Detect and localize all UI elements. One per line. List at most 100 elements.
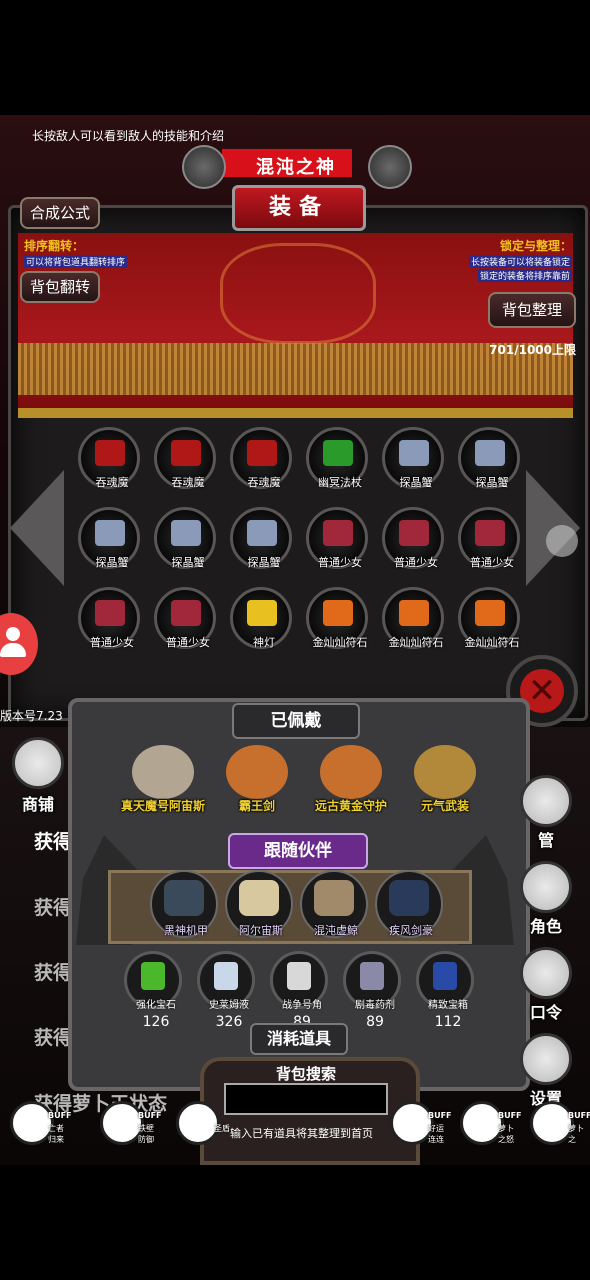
buff-name: 萝卜之 (568, 1124, 584, 1144)
character-button[interactable]: 角色 (520, 861, 578, 937)
buff-badge[interactable]: BUFF 亡者归来 (10, 1099, 72, 1149)
buff-badge[interactable]: BUFF 铁壁防御 (100, 1099, 162, 1149)
partner-slot[interactable]: 混沌虚鲸 (300, 870, 368, 938)
bag-flip-button[interactable]: 背包翻转 (20, 271, 100, 303)
item-name: 探晶蟹 (475, 476, 509, 489)
equipment-title: 装备 (232, 185, 366, 231)
floating-assist-ball[interactable] (546, 525, 578, 557)
reward-list-item[interactable]: 获得 (34, 827, 72, 854)
inventory-slot[interactable]: 探晶蟹 (458, 427, 520, 489)
bag-capacity: 701/1000上限 (489, 343, 576, 357)
inventory-slot[interactable]: 神灯 (230, 587, 292, 649)
consumable-slot[interactable]: 强化宝石 126 (124, 951, 182, 1030)
inventory-slot[interactable]: 吞魂魔 (154, 427, 216, 489)
buff-badge[interactable]: 圣盾 (176, 1099, 236, 1149)
item-name: 金灿灿符石 (312, 636, 368, 649)
item-icon (171, 440, 201, 466)
inventory-slot[interactable]: 普通少女 (78, 587, 140, 649)
item-icon (247, 520, 277, 546)
buff-name: 铁壁防御 (138, 1124, 154, 1144)
settings-button[interactable]: 设置 (520, 1033, 578, 1109)
user-body-icon (0, 643, 26, 657)
partner-name: 混沌虚鲸 (314, 924, 358, 937)
item-name: 幽冥法杖 (318, 476, 362, 489)
inventory-slot[interactable]: 吞魂魔 (78, 427, 140, 489)
manage-button[interactable]: 管 (520, 775, 578, 851)
search-input[interactable] (224, 1083, 388, 1115)
shop-label: 商铺 (22, 795, 55, 814)
item-icon (95, 600, 125, 626)
partner-slot[interactable]: 疾风剑豪 (375, 870, 443, 938)
item-name: 普通少女 (166, 636, 210, 649)
buff-badge[interactable]: BUFF 萝卜之怒 (460, 1099, 522, 1149)
inventory-slot[interactable]: 普通少女 (154, 587, 216, 649)
partner-slot[interactable]: 黑神机甲 (150, 870, 218, 938)
menu-label: 管 (537, 831, 554, 850)
prev-page-arrow[interactable] (10, 470, 64, 586)
item-icon (323, 600, 353, 626)
equipped-item[interactable]: 霸王剑 (218, 745, 296, 823)
consumable-slot[interactable]: 剧毒药剂 89 (343, 951, 401, 1030)
consumable-slot[interactable]: 战争号角 89 (270, 951, 328, 1030)
equipped-item[interactable]: 真天魔号阿宙斯 (121, 745, 205, 823)
equipped-item-icon (414, 745, 476, 799)
inventory-slot[interactable]: 探晶蟹 (78, 507, 140, 569)
inventory-slot[interactable]: 普通少女 (458, 507, 520, 569)
shop-button[interactable]: 商铺 (12, 737, 64, 815)
item-icon (323, 520, 353, 546)
lock-organize-desc-1: 长按装备可以将装备锁定 (468, 255, 572, 268)
dice-icon (520, 775, 572, 827)
left-skull-ornament-icon (182, 145, 226, 189)
code-button[interactable]: 口令 (520, 947, 578, 1023)
inventory-slot[interactable]: 吞魂魔 (230, 427, 292, 489)
character-icon (520, 861, 572, 913)
inventory-slot[interactable]: 普通少女 (382, 507, 444, 569)
inventory-slot[interactable]: 普通少女 (306, 507, 368, 569)
inventory-slot[interactable]: 探晶蟹 (382, 427, 444, 489)
reward-list-item[interactable]: 获得 (34, 1023, 72, 1050)
partner-name: 阿尔宙斯 (239, 924, 283, 937)
inventory-slot[interactable]: 金灿灿符石 (458, 587, 520, 649)
user-icon (6, 627, 20, 641)
equipped-item-name: 元气武装 (420, 799, 469, 813)
consumable-count: 126 (142, 1014, 170, 1030)
buff-tag: BUFF (48, 1111, 72, 1120)
enemy-hint-text: 长按敌人可以看到敌人的技能和介绍 (32, 129, 225, 143)
inventory-slot[interactable]: 探晶蟹 (230, 507, 292, 569)
reward-list-item[interactable]: 获得 (34, 958, 72, 985)
partner-name: 黑神机甲 (164, 924, 208, 937)
equipped-item-icon (132, 745, 194, 799)
buff-badge[interactable]: BUFF 萝卜之 (530, 1099, 590, 1149)
consumable-name: 剧毒药剂 (355, 1000, 395, 1011)
shop-icon (12, 737, 64, 789)
item-icon (247, 600, 277, 626)
crossed-swords-emblem-icon (220, 243, 376, 344)
item-name: 金灿灿符石 (388, 636, 444, 649)
lock-organize-desc-2: 锁定的装备将排序靠前 (477, 269, 572, 282)
compose-formula-button[interactable]: 合成公式 (20, 197, 100, 229)
partner-title: 跟随伙伴 (228, 833, 368, 869)
inventory-slot[interactable]: 幽冥法杖 (306, 427, 368, 489)
equipped-item[interactable]: 远古黄金守护 (312, 745, 390, 823)
equipped-item[interactable]: 元气武装 (406, 745, 484, 823)
game-screen: 长按敌人可以看到敌人的技能和介绍 混沌之神 装备 合成公式 排序翻转： 可以将背… (0, 115, 590, 1165)
consumable-name: 精致宝箱 (428, 1000, 468, 1011)
item-icon (399, 520, 429, 546)
inventory-slot[interactable]: 金灿灿符石 (306, 587, 368, 649)
partner-slot[interactable]: 阿尔宙斯 (225, 870, 293, 938)
partner-icon (314, 880, 354, 916)
inventory-slot[interactable]: 金灿灿符石 (382, 587, 444, 649)
item-name: 普通少女 (90, 636, 134, 649)
menu-label: 口令 (529, 1003, 562, 1022)
consumable-slot[interactable]: 精致宝箱 112 (416, 951, 474, 1030)
buff-badge[interactable]: BUFF 好运连连 (390, 1099, 452, 1149)
inventory-slot[interactable]: 探晶蟹 (154, 507, 216, 569)
version-label: 版本号7.23 (0, 709, 63, 723)
consumable-count: 112 (434, 1014, 462, 1030)
item-name: 吞魂魔 (95, 476, 129, 489)
item-icon (323, 440, 353, 466)
consumable-icon (433, 962, 457, 990)
consumable-slot[interactable]: 史莱姆液 326 (197, 951, 255, 1030)
bag-organize-button[interactable]: 背包整理 (488, 292, 576, 328)
consumable-name: 强化宝石 (136, 1000, 176, 1011)
